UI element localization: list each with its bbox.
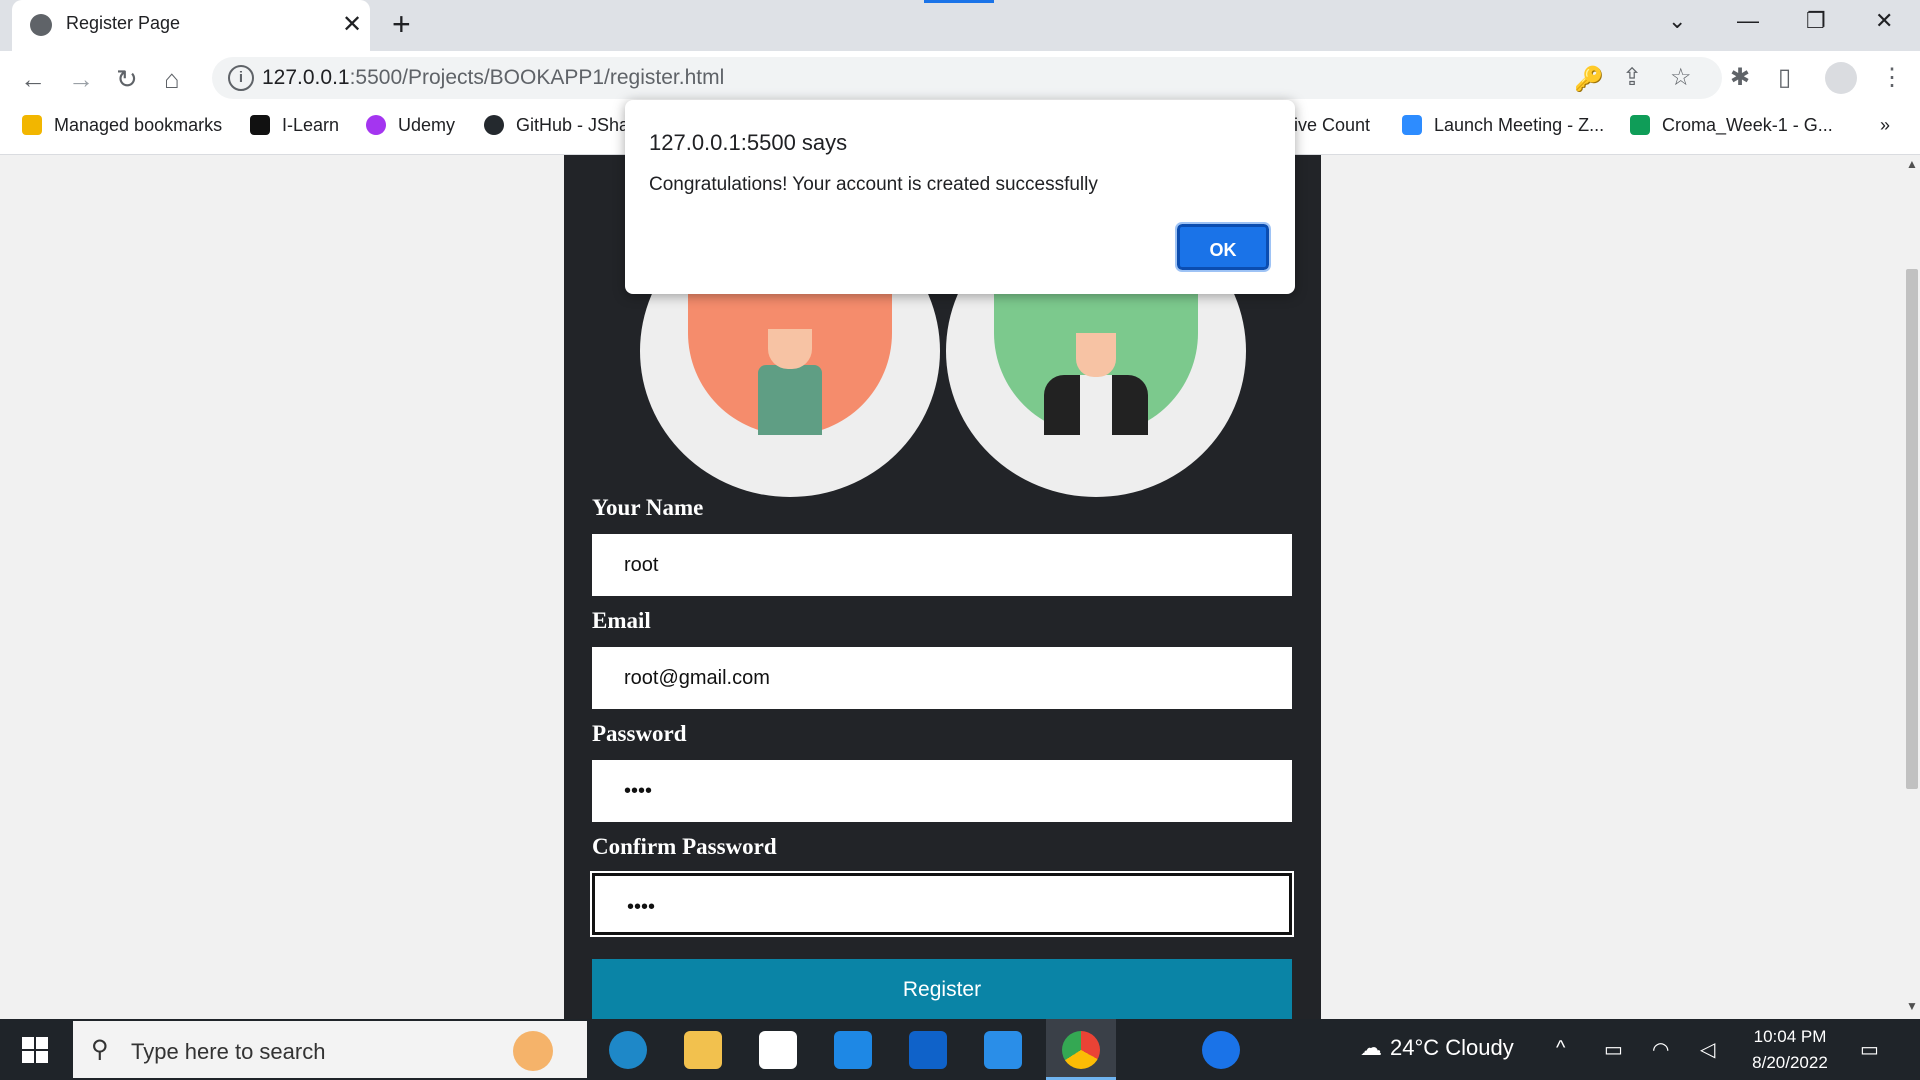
restore-button[interactable]: ❐ xyxy=(1806,8,1826,34)
folder-icon xyxy=(22,115,42,135)
search-highlight-icon xyxy=(513,1031,553,1071)
browser-tab[interactable]: Register Page ✕ xyxy=(12,0,370,51)
search-icon: ⚲ xyxy=(91,1036,109,1063)
page-scrollbar[interactable]: ▲ ▼ xyxy=(1902,155,1920,1019)
share-icon[interactable]: ⇪ xyxy=(1622,63,1642,92)
bookmark-star-icon[interactable]: ☆ xyxy=(1670,63,1692,92)
sheets-icon xyxy=(1630,115,1650,135)
microsoft-store-icon[interactable] xyxy=(759,1031,797,1069)
dialog-ok-button[interactable]: OK xyxy=(1175,222,1271,272)
tab-indicator xyxy=(924,0,994,3)
chrome-taskbar-item[interactable] xyxy=(1046,1019,1116,1080)
tab-title: Register Page xyxy=(66,13,181,33)
back-button[interactable]: ← xyxy=(20,64,46,95)
globe-icon xyxy=(30,14,52,36)
github-icon xyxy=(484,115,504,135)
help-icon[interactable] xyxy=(1202,1031,1240,1069)
email-label: Email xyxy=(592,608,651,633)
chrome-icon xyxy=(1062,1031,1100,1069)
bookmarks-overflow-icon[interactable]: » xyxy=(1880,115,1890,136)
close-window-button[interactable]: ✕ xyxy=(1875,8,1893,34)
bookmark-zoom[interactable]: Launch Meeting - Z... xyxy=(1402,115,1604,136)
bookmark-managed[interactable]: Managed bookmarks xyxy=(22,115,222,136)
bookmark-live-count[interactable]: ive Count xyxy=(1294,115,1370,136)
bookmark-ilearn[interactable]: I-Learn xyxy=(250,115,339,136)
clock-time[interactable]: 10:04 PM xyxy=(1750,1027,1830,1047)
register-button[interactable]: Register xyxy=(592,959,1292,1019)
close-tab-icon[interactable]: ✕ xyxy=(342,10,362,39)
file-explorer-icon[interactable] xyxy=(684,1031,722,1069)
reload-button[interactable]: ↻ xyxy=(116,64,138,95)
password-label: Password xyxy=(592,721,687,746)
taskbar-search-box[interactable]: ⚲ Type here to search xyxy=(73,1021,587,1078)
notification-icon[interactable]: ▭ xyxy=(1860,1037,1879,1062)
side-panel-icon[interactable]: ▯ xyxy=(1778,63,1791,92)
bookmark-github[interactable]: GitHub - JSha xyxy=(484,115,629,136)
clock-date[interactable]: 8/20/2022 xyxy=(1740,1053,1840,1073)
bookmark-udemy[interactable]: Udemy xyxy=(366,115,455,136)
scroll-down-icon[interactable]: ▼ xyxy=(1906,999,1918,1013)
confirm-password-label: Confirm Password xyxy=(592,834,777,859)
forward-button[interactable]: → xyxy=(68,64,94,95)
tab-strip: Register Page ✕ + ⌄ — ❐ ✕ xyxy=(0,0,1920,51)
mail-icon[interactable] xyxy=(834,1031,872,1069)
tab-search-icon[interactable]: ⌄ xyxy=(1668,8,1686,34)
edge-icon[interactable] xyxy=(609,1031,647,1069)
cloud-icon: ☁ xyxy=(1360,1035,1382,1060)
profile-avatar[interactable] xyxy=(1825,62,1857,94)
minimize-button[interactable]: — xyxy=(1737,8,1759,34)
alert-dialog: 127.0.0.1:5500 says Congratulations! You… xyxy=(625,100,1295,294)
bookmark-croma[interactable]: Croma_Week-1 - G... xyxy=(1630,115,1833,136)
windows-taskbar: ⚲ Type here to search ☁ 24°C Cloudy ^ ▭ ◠… xyxy=(0,1019,1920,1080)
zoom-icon xyxy=(1402,115,1422,135)
browser-toolbar: ← → ↻ ⌂ i 127.0.0.1:5500/Projects/BOOKAP… xyxy=(0,51,1920,105)
new-tab-button[interactable]: + xyxy=(392,6,411,43)
outlook-icon[interactable] xyxy=(909,1031,947,1069)
menu-icon[interactable]: ⋮ xyxy=(1880,63,1904,92)
volume-icon[interactable]: ◁ xyxy=(1700,1037,1715,1062)
search-placeholder: Type here to search xyxy=(131,1039,326,1064)
extensions-icon[interactable]: ✱ xyxy=(1730,63,1750,92)
scroll-thumb[interactable] xyxy=(1906,269,1918,789)
email-input[interactable]: root@gmail.com xyxy=(592,647,1292,709)
ilearn-icon xyxy=(250,115,270,135)
name-label: Your Name xyxy=(592,495,704,520)
url-text[interactable]: 127.0.0.1:5500/Projects/BOOKAPP1/registe… xyxy=(262,66,724,90)
battery-icon[interactable]: ▭ xyxy=(1604,1037,1623,1062)
address-bar[interactable]: i 127.0.0.1:5500/Projects/BOOKAPP1/regis… xyxy=(212,57,1722,99)
name-input[interactable]: root xyxy=(592,534,1292,596)
wifi-icon[interactable]: ◠ xyxy=(1652,1037,1669,1062)
weather-widget[interactable]: ☁ 24°C Cloudy xyxy=(1360,1035,1514,1061)
udemy-icon xyxy=(366,115,386,135)
scroll-up-icon[interactable]: ▲ xyxy=(1906,157,1918,171)
home-button[interactable]: ⌂ xyxy=(164,64,180,95)
info-icon[interactable]: i xyxy=(228,65,254,91)
password-input[interactable]: •••• xyxy=(592,760,1292,822)
confirm-password-input[interactable]: •••• xyxy=(590,871,1294,937)
show-hidden-icons[interactable]: ^ xyxy=(1556,1037,1565,1060)
windows-start-icon[interactable] xyxy=(22,1037,48,1063)
key-icon[interactable]: 🔑 xyxy=(1574,65,1604,94)
dialog-title: 127.0.0.1:5500 says xyxy=(649,130,848,155)
vscode-icon[interactable] xyxy=(984,1031,1022,1069)
dialog-message: Congratulations! Your account is created… xyxy=(649,174,1098,195)
